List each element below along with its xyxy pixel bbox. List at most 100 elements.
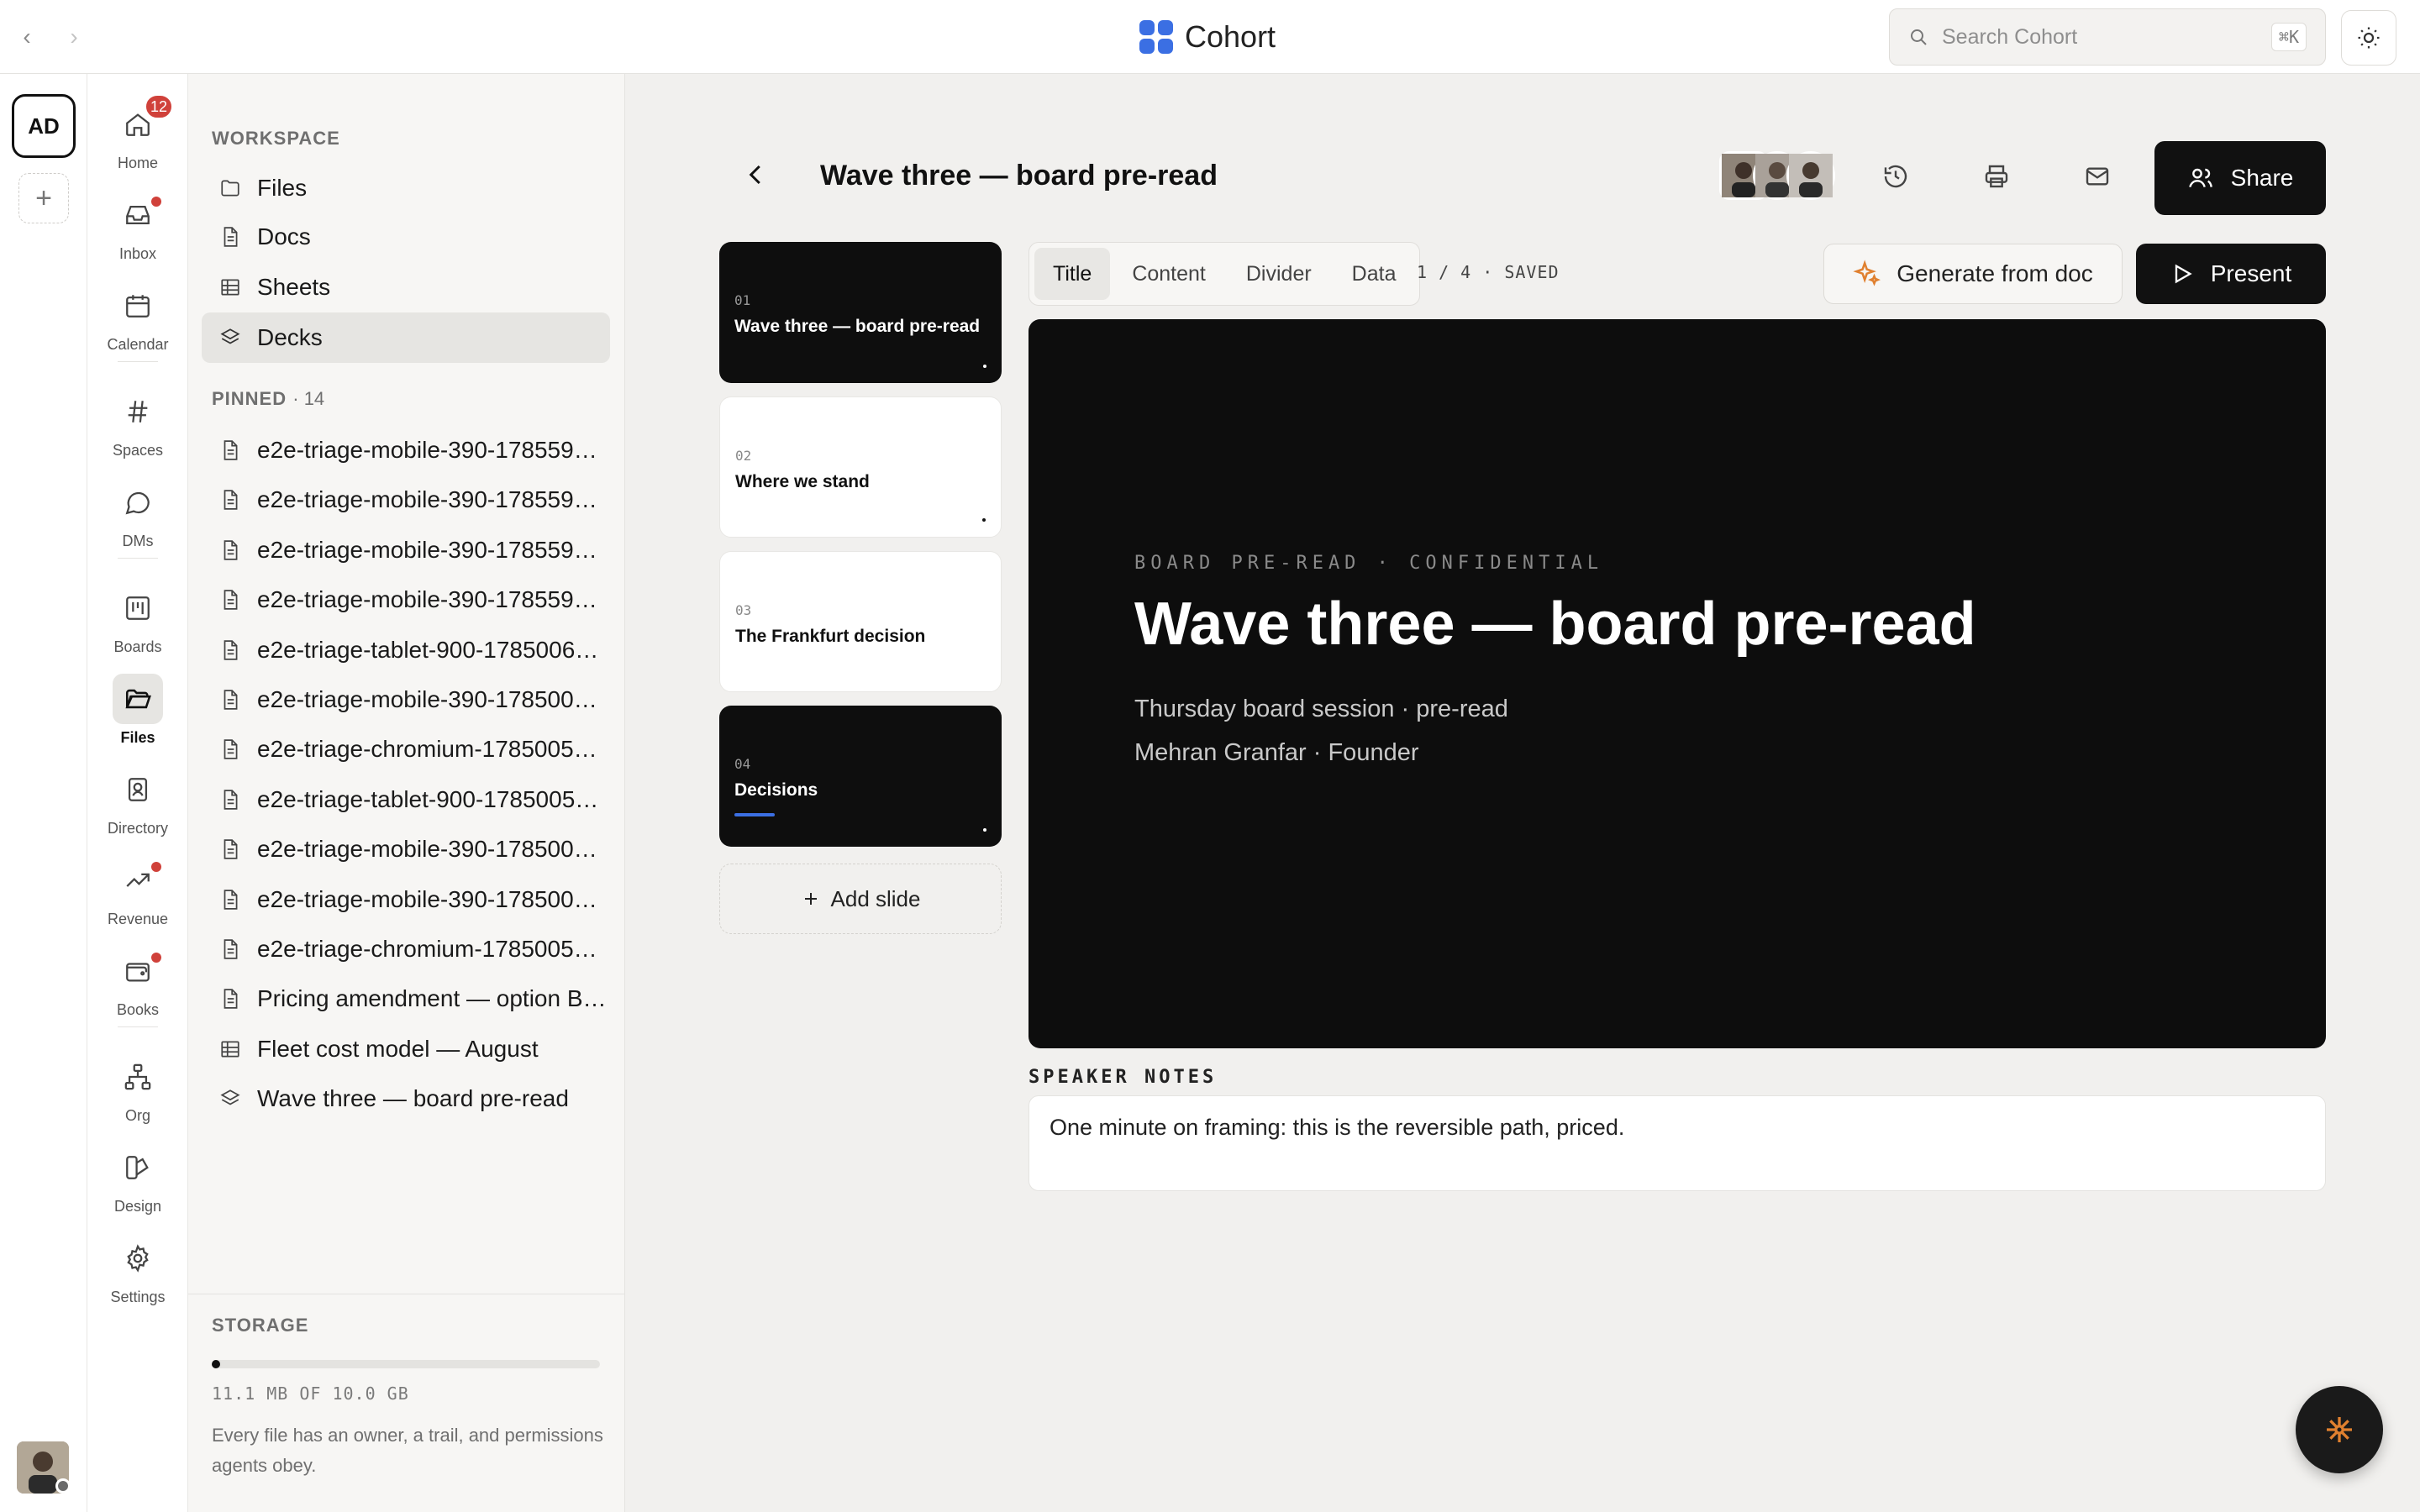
pinned-item[interactable]: Wave three — board pre-read (202, 1074, 610, 1124)
pinned-item-label: Pricing amendment — option B draft (257, 985, 610, 1012)
pinned-item[interactable]: e2e-triage-mobile-390-1785593120 (202, 475, 610, 525)
slide-thumb-1[interactable]: 01 Wave three — board pre-read (719, 242, 1002, 383)
app-boards[interactable]: Boards (87, 583, 188, 656)
tab-title[interactable]: Title (1034, 248, 1111, 300)
tab-divider[interactable]: Divider (1228, 248, 1330, 300)
add-workspace-button[interactable]: + (18, 173, 69, 223)
document-icon (218, 937, 242, 961)
slide-thumb-title: Where we stand (735, 472, 870, 491)
users-icon (2188, 168, 2212, 188)
revenue-unread-dot (151, 862, 161, 872)
add-slide-button[interactable]: Add slide (719, 864, 1002, 934)
pinned-item[interactable]: e2e-triage-mobile-390-1785593381 (202, 425, 610, 475)
app-books[interactable]: Books (87, 946, 188, 1019)
workspace-switcher[interactable]: AD (12, 94, 76, 158)
sidebar-item-label: Sheets (257, 274, 331, 300)
slide-thumb-title: Decisions (734, 780, 818, 800)
pinned-item-label: e2e-triage-tablet-900-1785005418 (257, 785, 610, 812)
app-settings[interactable]: Settings (87, 1233, 188, 1306)
history-button[interactable] (1870, 151, 1921, 202)
pinned-item[interactable]: e2e-triage-mobile-390-1785592611 (202, 575, 610, 625)
pinned-item-label: e2e-triage-chromium-1785005124 (257, 936, 610, 962)
app-rail: 12 Home Inbox Calendar Spaces DMs Boards… (87, 74, 188, 1512)
pinned-item[interactable]: e2e-triage-chromium-1785005124 (202, 924, 610, 974)
sidebar-item-sheets[interactable]: Sheets (202, 262, 610, 312)
pinned-item[interactable]: e2e-triage-tablet-900-1785005418 (202, 774, 610, 825)
workspace-rail: AD + (0, 74, 87, 1512)
trend-up-icon (126, 873, 150, 887)
slide-thumb-4[interactable]: 04 Decisions (719, 706, 1002, 847)
generate-from-doc-button[interactable]: Generate from doc (1823, 244, 2123, 304)
storage-bar-fill (212, 1360, 220, 1368)
avatar (1786, 151, 1835, 200)
inbox-unread-dot (151, 197, 161, 207)
search-input[interactable]: Search Cohort ⌘K (1889, 8, 2326, 66)
collaborator-avatars[interactable] (1719, 151, 1835, 202)
app-home[interactable]: 12 Home (87, 94, 188, 172)
slide-number: 03 (735, 602, 752, 618)
slide-counter: 1 / 4 · SAVED (1417, 262, 1560, 282)
document-icon (218, 738, 242, 761)
org-chart-icon (124, 1063, 151, 1090)
pinned-item[interactable]: Fleet cost model — August (202, 1024, 610, 1074)
app-label: Settings (110, 1289, 166, 1305)
layers-icon (220, 328, 240, 344)
back-button[interactable] (733, 151, 780, 198)
document-icon (218, 837, 242, 861)
slide-thumb-3[interactable]: 03 The Frankfurt decision (719, 551, 1002, 692)
pinned-item[interactable]: e2e-triage-tablet-900-1785006213 (202, 625, 610, 675)
pinned-item[interactable]: e2e-triage-chromium-1785005682 (202, 724, 610, 774)
app-dms[interactable]: DMs (87, 477, 188, 550)
app-revenue[interactable]: Revenue (87, 855, 188, 928)
sidebar-item-docs[interactable]: Docs (202, 212, 610, 262)
pinned-item[interactable]: Pricing amendment — option B draft (202, 974, 610, 1024)
pinned-item[interactable]: e2e-triage-mobile-390-1785592874 (202, 525, 610, 575)
share-button[interactable]: Share (2154, 141, 2326, 215)
theme-toggle-button[interactable] (2341, 10, 2396, 66)
folder-icon (221, 180, 239, 197)
app-directory[interactable]: Directory (87, 764, 188, 837)
slide-thumb-2[interactable]: 02 Where we stand (719, 396, 1002, 538)
app-label: Inbox (118, 245, 157, 262)
document-icon (218, 488, 242, 512)
slide-subtitle[interactable]: Thursday board session · pre-read (1134, 696, 1508, 723)
calendar-icon (126, 295, 150, 318)
app-label: Calendar (107, 336, 169, 353)
document-icon (218, 638, 242, 662)
speaker-notes-heading: SPEAKER NOTES (1028, 1067, 1218, 1088)
slide-canvas[interactable]: BOARD PRE-READ · CONFIDENTIAL Wave three… (1028, 319, 2326, 1048)
app-label: Revenue (107, 911, 169, 927)
slide-title[interactable]: Wave three — board pre-read (1134, 590, 1976, 659)
app-calendar[interactable]: Calendar (87, 281, 188, 354)
print-button[interactable] (1971, 151, 2022, 202)
pinned-item[interactable]: e2e-triage-mobile-390-1785005947 (202, 675, 610, 725)
slide-author[interactable]: Mehran Granfar · Founder (1134, 739, 1418, 767)
agent-button[interactable] (2296, 1386, 2383, 1473)
app-design[interactable]: Design (87, 1142, 188, 1215)
pinned-count: · 14 (292, 388, 325, 409)
tab-content[interactable]: Content (1113, 248, 1224, 300)
app-spaces[interactable]: Spaces (87, 386, 188, 459)
sidebar-item-label: Docs (257, 223, 311, 249)
app-inbox[interactable]: Inbox (87, 190, 188, 263)
pinned-item-label: e2e-triage-mobile-390-1785592611 (257, 586, 610, 613)
speaker-notes-field[interactable]: One minute on framing: this is the rever… (1028, 1095, 2326, 1191)
app-org[interactable]: Org (87, 1052, 188, 1125)
present-button[interactable]: Present (2136, 244, 2326, 304)
tab-data[interactable]: Data (1334, 248, 1415, 300)
spark-icon (2327, 1417, 2352, 1442)
pinned-item-label: e2e-triage-tablet-900-1785006213 (257, 636, 610, 663)
sidebar-item-decks[interactable]: Decks (202, 312, 610, 363)
back-nav-icon[interactable]: ‹ (12, 22, 42, 52)
pinned-item[interactable]: e2e-triage-mobile-390-1785004889 (202, 874, 610, 925)
sun-icon (2358, 27, 2380, 49)
sidebar-item-files[interactable]: Files (202, 163, 610, 213)
slide-thumb-title: The Frankfurt decision (735, 627, 926, 646)
brand: Cohort (1139, 17, 1276, 57)
document-icon (218, 688, 242, 711)
app-label: Spaces (112, 442, 164, 459)
app-files[interactable]: Files (87, 674, 188, 747)
pinned-item[interactable]: e2e-triage-mobile-390-1785005153 (202, 824, 610, 874)
email-button[interactable] (2072, 151, 2123, 202)
forward-nav-icon[interactable]: › (59, 22, 89, 52)
